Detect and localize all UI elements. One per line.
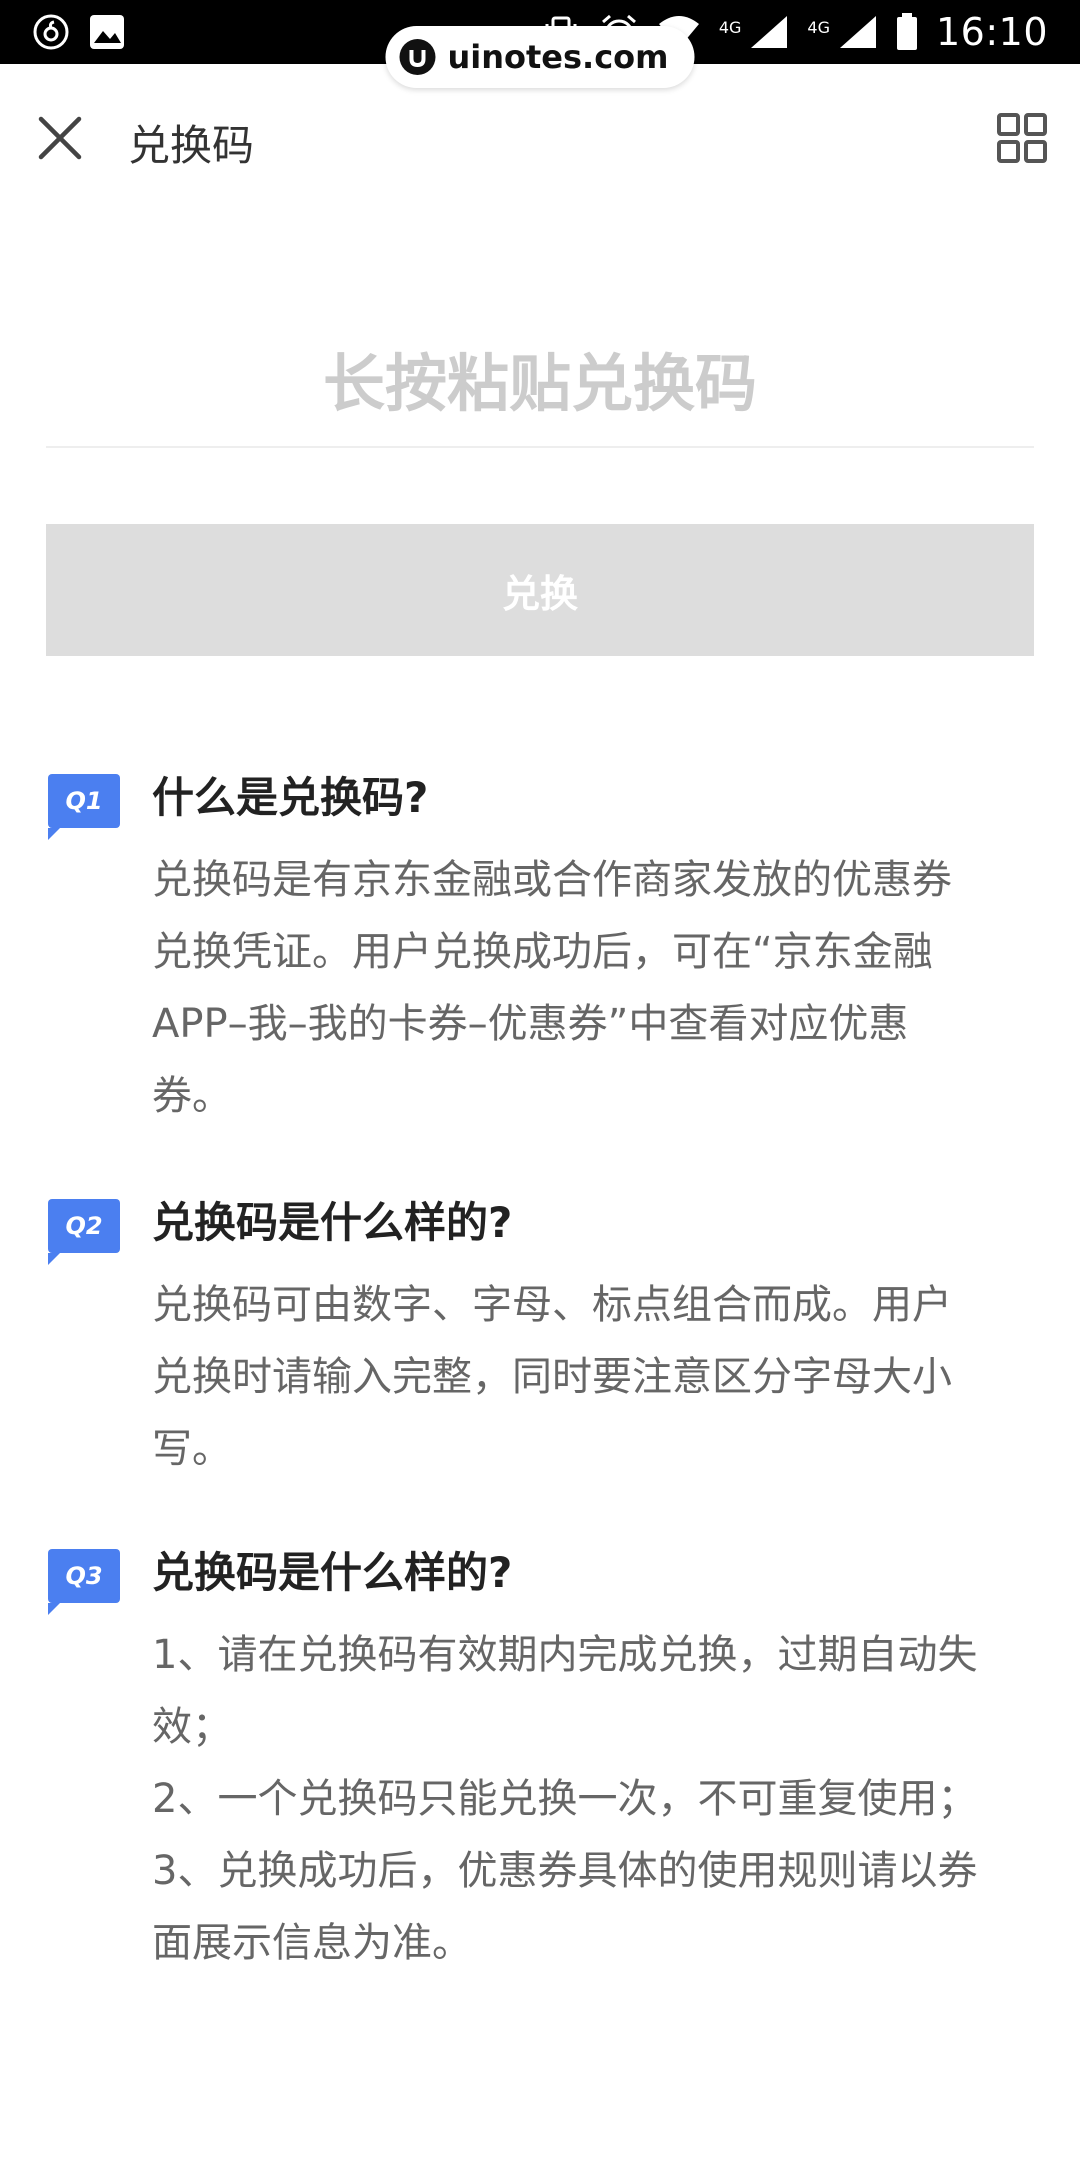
grid-menu-button[interactable] <box>994 110 1050 166</box>
faq-question: 什么是兑换码? <box>152 773 429 822</box>
faq-answer: 兑换码是有京东金融或合作商家发放的优惠券 兑换凭证。用户兑换成功后，可在“京东金… <box>152 844 1052 1132</box>
q-badge: Q3 <box>48 1549 120 1615</box>
battery-icon <box>896 13 918 51</box>
faq-answer-line: 面展示信息为准。 <box>152 1920 472 1966</box>
redeem-code-input[interactable] <box>46 320 1034 448</box>
faq-answer-line: APP–我–我的卡券–优惠券”中查看对应优惠 <box>152 1001 909 1047</box>
header: 兑换码 <box>0 64 1080 212</box>
gallery-icon <box>88 13 126 51</box>
faq-answer-line: 效； <box>152 1704 232 1750</box>
faq-answer-line: 2、一个兑换码只能兑换一次，不可重复使用； <box>152 1776 978 1822</box>
faq-answer-line: 兑换码可由数字、字母、标点组合而成。用户 <box>152 1282 952 1328</box>
status-left <box>32 13 126 51</box>
faq-answer: 1、请在兑换码有效期内完成兑换，过期自动失 效； 2、一个兑换码只能兑换一次，不… <box>152 1619 1052 1979</box>
q-badge: Q1 <box>48 774 120 840</box>
page-title: 兑换码 <box>128 121 255 170</box>
faq-answer-line: 券。 <box>152 1073 232 1119</box>
netease-music-icon <box>32 13 70 51</box>
network-type-label-2: 4G <box>807 18 830 37</box>
signal-icon-2 <box>838 14 878 50</box>
faq-answer: 兑换码可由数字、字母、标点组合而成。用户 兑换时请输入完整，同时要注意区分字母大… <box>152 1269 1052 1485</box>
faq-item-q3: Q3 兑换码是什么样的? 1、请在兑换码有效期内完成兑换，过期自动失 效； 2、… <box>0 1539 1080 1999</box>
screen: 4G 4G 16:10 uinotes.com 兑换码 长按粘贴兑换码 兑换 Q… <box>0 0 1080 2160</box>
faq-answer-line: 兑换时请输入完整，同时要注意区分字母大小 <box>152 1354 952 1400</box>
close-button[interactable] <box>32 110 88 166</box>
faq-answer-line: 写。 <box>152 1426 232 1472</box>
faq-answer-line: 1、请在兑换码有效期内完成兑换，过期自动失 <box>152 1632 978 1678</box>
faq-answer-line: 兑换码是有京东金融或合作商家发放的优惠券 <box>152 857 952 903</box>
faq-answer-line: 3、兑换成功后，优惠券具体的使用规则请以券 <box>152 1848 978 1894</box>
faq-item-q1: Q1 什么是兑换码? 兑换码是有京东金融或合作商家发放的优惠券 兑换凭证。用户兑… <box>0 764 1080 1144</box>
close-icon <box>38 116 82 160</box>
status-time: 16:10 <box>935 10 1048 54</box>
faq-question: 兑换码是什么样的? <box>152 1198 513 1247</box>
redeem-button[interactable]: 兑换 <box>46 524 1034 656</box>
signal-icon <box>749 14 789 50</box>
faq-item-q2: Q2 兑换码是什么样的? 兑换码可由数字、字母、标点组合而成。用户 兑换时请输入… <box>0 1189 1080 1499</box>
faq-answer-line: 兑换凭证。用户兑换成功后，可在“京东金融 <box>152 929 933 975</box>
network-type-label-1: 4G <box>718 18 742 37</box>
q-badge: Q2 <box>48 1199 120 1265</box>
faq-question: 兑换码是什么样的? <box>152 1548 513 1597</box>
grid-icon <box>997 113 1047 163</box>
